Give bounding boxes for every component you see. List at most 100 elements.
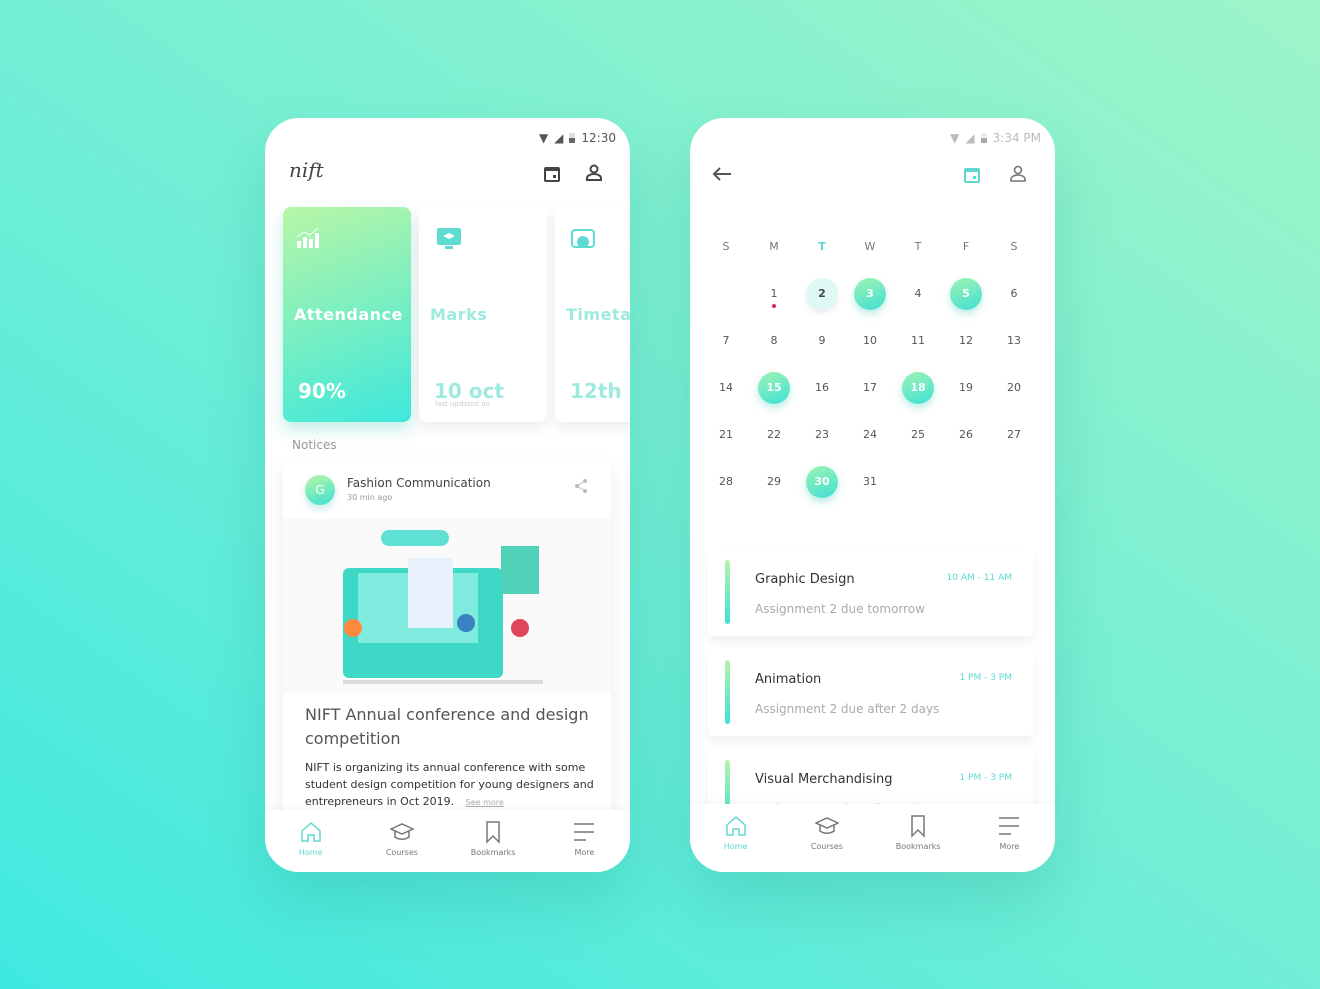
notice-author: Fashion Communication [347,476,491,490]
nav-courses[interactable]: Courses [787,804,867,872]
day-number: 18 [910,381,926,394]
day-number: 30 [814,475,830,488]
day-number: 26 [959,428,973,441]
schedule-item[interactable]: Animation Assignment 2 due after 2 days 1 … [708,648,1034,736]
calendar-day[interactable]: 21 [702,411,750,458]
timetable-card[interactable]: Timetable 12th [555,207,630,422]
calendar-day[interactable]: 26 [942,411,990,458]
calendar-day[interactable]: 29 [750,458,798,505]
day-number: 31 [863,475,877,488]
calendar-day[interactable]: 4 [894,270,942,317]
day-number: 17 [863,381,877,394]
profile-icon[interactable] [585,164,603,182]
menu-icon [999,817,1020,835]
calendar-day[interactable]: 25 [894,411,942,458]
battery-icon [569,133,576,143]
calendar-day[interactable]: 23 [798,411,846,458]
day-number: 16 [815,381,829,394]
nav-courses[interactable]: Courses [362,810,442,872]
home-icon [300,821,321,842]
avatar: G [305,475,335,505]
day-number: 29 [767,475,781,488]
calendar-day[interactable]: 1 [750,270,798,317]
calendar-day[interactable]: 13 [990,317,1038,364]
day-number: 3 [866,287,874,300]
empty-day [702,270,750,317]
calendar-day[interactable]: 7 [702,317,750,364]
wifi-icon: ▼ [950,131,960,145]
calendar-day[interactable]: 27 [990,411,1038,458]
calendar-day[interactable]: 3 [846,270,894,317]
day-number: 21 [719,428,733,441]
calendar-day[interactable]: 31 [846,458,894,505]
day-number: 10 [863,334,877,347]
attendance-card[interactable]: Attendance 90% [283,207,411,422]
class-name: Graphic Design [755,572,855,587]
nav-home[interactable]: Home [696,804,776,872]
calendar-icon[interactable] [543,165,561,183]
nav-home[interactable]: Home [271,810,351,872]
profile-icon[interactable] [1009,165,1027,183]
day-number: 14 [719,381,733,394]
calendar-day[interactable]: 18 [894,364,942,411]
class-name: Animation [755,672,822,687]
calendar-day[interactable]: 9 [798,317,846,364]
nav-bookmarks[interactable]: Bookmarks [878,804,958,872]
graduation-cap-icon [814,817,839,834]
calendar-day[interactable]: 14 [702,364,750,411]
month-calendar: S M T W T F S 1 2 3 4 5 6 7 8 9 10 11 12 13 14 15 16 17 18 19 20 21… [702,223,1038,505]
weekday-header: W [864,240,876,253]
share-icon[interactable] [573,478,589,494]
graduation-cap-icon [389,823,414,840]
wifi-icon: ▼ [538,131,549,145]
calendar-day[interactable]: 17 [846,364,894,411]
calendar-day[interactable]: 22 [750,411,798,458]
calendar-day[interactable]: 19 [942,364,990,411]
calendar-day[interactable]: 30 [798,458,846,505]
event-dot [772,304,776,308]
status-time: 12:30 [581,131,616,145]
day-number: 5 [962,287,970,300]
calendar-icon[interactable] [963,166,981,184]
notice-time: 30 min ago [347,493,393,502]
nav-bookmarks[interactable]: Bookmarks [453,810,533,872]
calendar-day[interactable]: 10 [846,317,894,364]
day-number: 12 [959,334,973,347]
calendar-day[interactable]: 20 [990,364,1038,411]
marks-card[interactable]: Marks 10 oct last updated on [419,207,547,422]
calendar-day[interactable]: 2 [798,270,846,317]
calendar-day[interactable]: 6 [990,270,1038,317]
nav-more[interactable]: More [969,804,1049,872]
calendar-day[interactable]: 24 [846,411,894,458]
back-arrow-icon[interactable] [712,166,732,182]
battery-icon [980,133,987,143]
bookmark-icon [911,815,925,838]
accent-bar [725,560,730,624]
notice-title: NIFT Annual conference and design compet… [305,705,589,748]
calendar-day[interactable]: 16 [798,364,846,411]
calendar-day[interactable]: 11 [894,317,942,364]
calendar-day[interactable]: 12 [942,317,990,364]
weekday-header: S [722,240,730,253]
calendar-day[interactable]: 8 [750,317,798,364]
day-number: 23 [815,428,829,441]
class-note: Assignment 2 due after 2 days [755,702,940,716]
clock-calendar-icon [571,229,595,248]
day-number: 20 [1007,381,1021,394]
bottom-nav: Home Courses Bookmarks More [265,810,630,872]
notice-card[interactable]: G Fashion Communication 30 min ago NIFT … [283,463,611,823]
day-number: 4 [914,287,922,300]
status-bar: ▼ ◢ 12:30 [539,131,616,145]
weekday-header: T [818,240,826,253]
calendar-day[interactable]: 28 [702,458,750,505]
calendar-day[interactable]: 5 [942,270,990,317]
class-time: 10 AM - 11 AM [946,573,1012,583]
day-number: 25 [911,428,925,441]
see-more-link[interactable]: See more [466,798,504,807]
day-number: 7 [722,334,730,347]
day-number: 19 [959,381,973,394]
nav-more[interactable]: More [544,810,624,872]
schedule-item[interactable]: Graphic Design Assignment 2 due tomorrow 1… [708,548,1034,636]
calendar-day[interactable]: 15 [750,364,798,411]
day-number: 1 [770,287,778,300]
